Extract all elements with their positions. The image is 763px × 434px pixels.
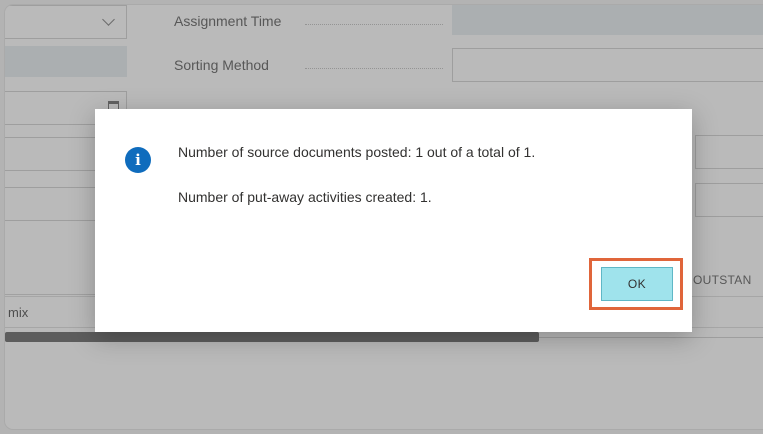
info-icon: i [125, 147, 151, 173]
dialog-message-line-2: Number of put-away activities created: 1… [178, 189, 432, 205]
ok-button[interactable]: OK [601, 267, 673, 301]
message-dialog: i Number of source documents posted: 1 o… [95, 109, 692, 332]
screen: Assignment Time Sorting Method OUTSTAN m… [0, 0, 763, 434]
dialog-message-line-1: Number of source documents posted: 1 out… [178, 144, 536, 160]
